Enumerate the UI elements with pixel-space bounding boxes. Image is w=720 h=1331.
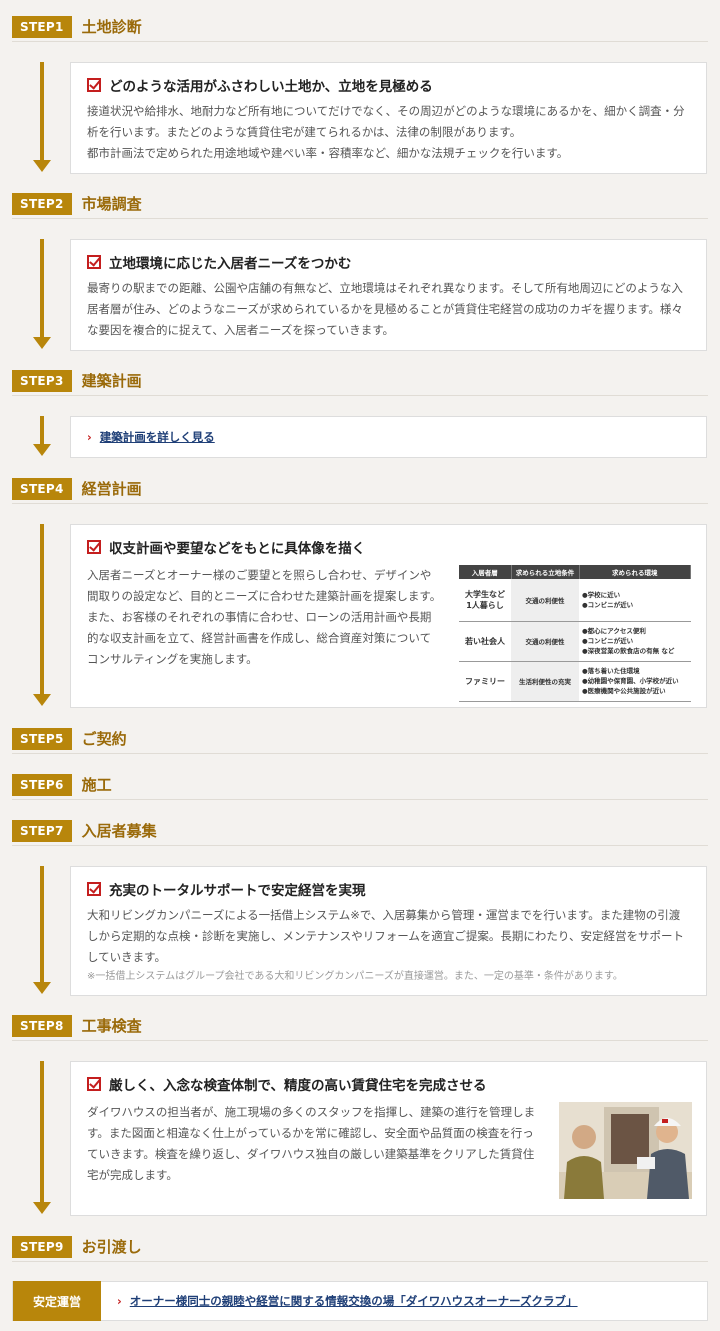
table-cell: 生活利便性の充実	[511, 661, 579, 702]
step3-card: › 建築計画を詳しく見る	[70, 416, 707, 458]
table-cell: 交通の利便性	[511, 579, 579, 622]
down-arrow-icon	[33, 62, 51, 174]
card-body: 接道状況や給排水、地耐力など所有地についてだけでなく、その周辺がどのような環境に…	[87, 104, 685, 139]
stable-operation-banner: 安定運営 › オーナー様同士の親睦や経営に関する情報交換の場「ダイワハウスオーナ…	[12, 1281, 708, 1321]
tenant-needs-table: 入居者層 求められる立地条件 求められる環境 大学生など 1人暮らし 交通の利便…	[459, 565, 691, 702]
step-badge: STEP3	[12, 369, 72, 392]
step-badge: STEP1	[12, 15, 72, 38]
step-title: 建築計画	[81, 372, 142, 390]
card-heading: どのような活用がふさわしい土地か、立地を見極める	[109, 79, 433, 95]
owners-club-link[interactable]: オーナー様同士の親睦や経営に関する情報交換の場「ダイワハウスオーナーズクラブ」	[130, 1293, 578, 1309]
table-header: 求められる立地条件	[511, 565, 580, 579]
step-header-7: STEP7 入居者募集	[12, 816, 708, 846]
checkbox-icon	[87, 882, 101, 896]
table-row: 若い社会人 交通の利便性 ●都心にアクセス便利 ●コンビニが近い ●深夜営業の飲…	[459, 621, 691, 662]
table-cell: ●学校に近い ●コンビニが近い	[579, 579, 691, 622]
footnote: ※一括借上システムはグループ会社である大和リビングカンパニーズが直接運営。また、…	[87, 971, 623, 982]
step-title: 施工	[81, 776, 112, 794]
inspection-photo	[559, 1102, 692, 1199]
chevron-right-icon: ›	[117, 1294, 122, 1308]
step-badge: STEP2	[12, 192, 72, 215]
down-arrow-icon	[33, 524, 51, 708]
chevron-right-icon: ›	[87, 430, 92, 444]
card-body: 大和リビングカンパニーズによる一括借上システム※で、入居募集から管理・運営までを…	[87, 908, 684, 964]
table-row: ファミリー 生活利便性の充実 ●落ち着いた住環境 ●幼稚園や保育園、小学校が近い…	[459, 661, 691, 702]
checkbox-icon	[87, 1077, 101, 1091]
step-title: お引渡し	[81, 1238, 142, 1256]
step2-card: 立地環境に応じた入居者ニーズをつかむ 最寄りの駅までの距離、公園や店舗の有無など…	[70, 239, 707, 351]
step-header-2: STEP2 市場調査	[12, 189, 708, 219]
step7-card: 充実のトータルサポートで安定経営を実現 大和リビングカンパニーズによる一括借上シ…	[70, 866, 707, 996]
card-body: 最寄りの駅までの距離、公園や店舗の有無など、立地環境はそれぞれ異なります。そして…	[87, 281, 683, 337]
step-header-4: STEP4 経営計画	[12, 474, 708, 504]
step-badge: STEP8	[12, 1014, 72, 1037]
table-row: 大学生など 1人暮らし 交通の利便性 ●学校に近い ●コンビニが近い	[459, 579, 691, 622]
step-title: ご契約	[81, 730, 127, 748]
step-header-6: STEP6 施工	[12, 770, 708, 800]
down-arrow-icon	[33, 239, 51, 351]
step-badge: STEP6	[12, 773, 72, 796]
step-header-5: STEP5 ご契約	[12, 724, 708, 754]
card-body-2: 都市計画法で定められた用途地域や建ぺい率・容積率など、細かな法規チェックを行いま…	[87, 146, 569, 160]
step-title: 経営計画	[81, 480, 142, 498]
table-cell: ●落ち着いた住環境 ●幼稚園や保育園、小学校が近い ●医療機関や公共施設が近い	[579, 661, 691, 702]
card-heading: 充実のトータルサポートで安定経営を実現	[109, 883, 366, 899]
step-badge: STEP9	[12, 1235, 72, 1258]
table-cell: 交通の利便性	[511, 621, 579, 662]
step8-card: 厳しく、入念な検査体制で、精度の高い賃貸住宅を完成させる ダイワハウスの担当者が…	[70, 1061, 707, 1216]
table-header: 求められる環境	[579, 565, 691, 579]
down-arrow-icon	[33, 1061, 51, 1216]
card-heading: 立地環境に応じた入居者ニーズをつかむ	[109, 256, 352, 272]
step4-card: 収支計画や要望などをもとに具体像を描く 入居者ニーズとオーナー様のご要望とを照ら…	[70, 524, 707, 708]
step-title: 土地診断	[81, 18, 142, 36]
down-arrow-icon	[33, 866, 51, 996]
checkbox-icon	[87, 255, 101, 269]
step-title: 入居者募集	[81, 822, 157, 840]
step-badge: STEP4	[12, 477, 72, 500]
step-badge: STEP7	[12, 819, 72, 842]
checkbox-icon	[87, 78, 101, 92]
step-header-9: STEP9 お引渡し	[12, 1232, 708, 1262]
table-cell: 若い社会人	[459, 621, 511, 662]
checkbox-icon	[87, 540, 101, 554]
step-header-8: STEP8 工事検査	[12, 1011, 708, 1041]
down-arrow-icon	[33, 416, 51, 458]
step-title: 市場調査	[81, 195, 142, 213]
card-heading: 収支計画や要望などをもとに具体像を描く	[109, 541, 366, 557]
architecture-plan-link[interactable]: 建築計画を詳しく見る	[100, 429, 215, 445]
step-header-1: STEP1 土地診断	[12, 12, 708, 42]
card-heading: 厳しく、入念な検査体制で、精度の高い賃貸住宅を完成させる	[109, 1078, 487, 1094]
step-title: 工事検査	[81, 1017, 142, 1035]
step1-card: どのような活用がふさわしい土地か、立地を見極める 接道状況や給排水、地耐力など所…	[70, 62, 707, 174]
stable-operation-badge: 安定運営	[13, 1281, 101, 1321]
step-header-3: STEP3 建築計画	[12, 366, 708, 396]
card-body: ダイワハウスの担当者が、施工現場の多くのスタッフを指揮し、建築の進行を管理します…	[87, 1105, 536, 1182]
card-body: 入居者ニーズとオーナー様のご要望とを照らし合わせ、デザインや間取りの設定など、目…	[87, 568, 442, 666]
table-cell: ファミリー	[459, 661, 511, 702]
table-cell: 大学生など 1人暮らし	[459, 579, 511, 622]
step-badge: STEP5	[12, 727, 72, 750]
table-cell: ●都心にアクセス便利 ●コンビニが近い ●深夜営業の飲食店の有無 など	[579, 621, 691, 662]
table-header: 入居者層	[459, 565, 512, 579]
